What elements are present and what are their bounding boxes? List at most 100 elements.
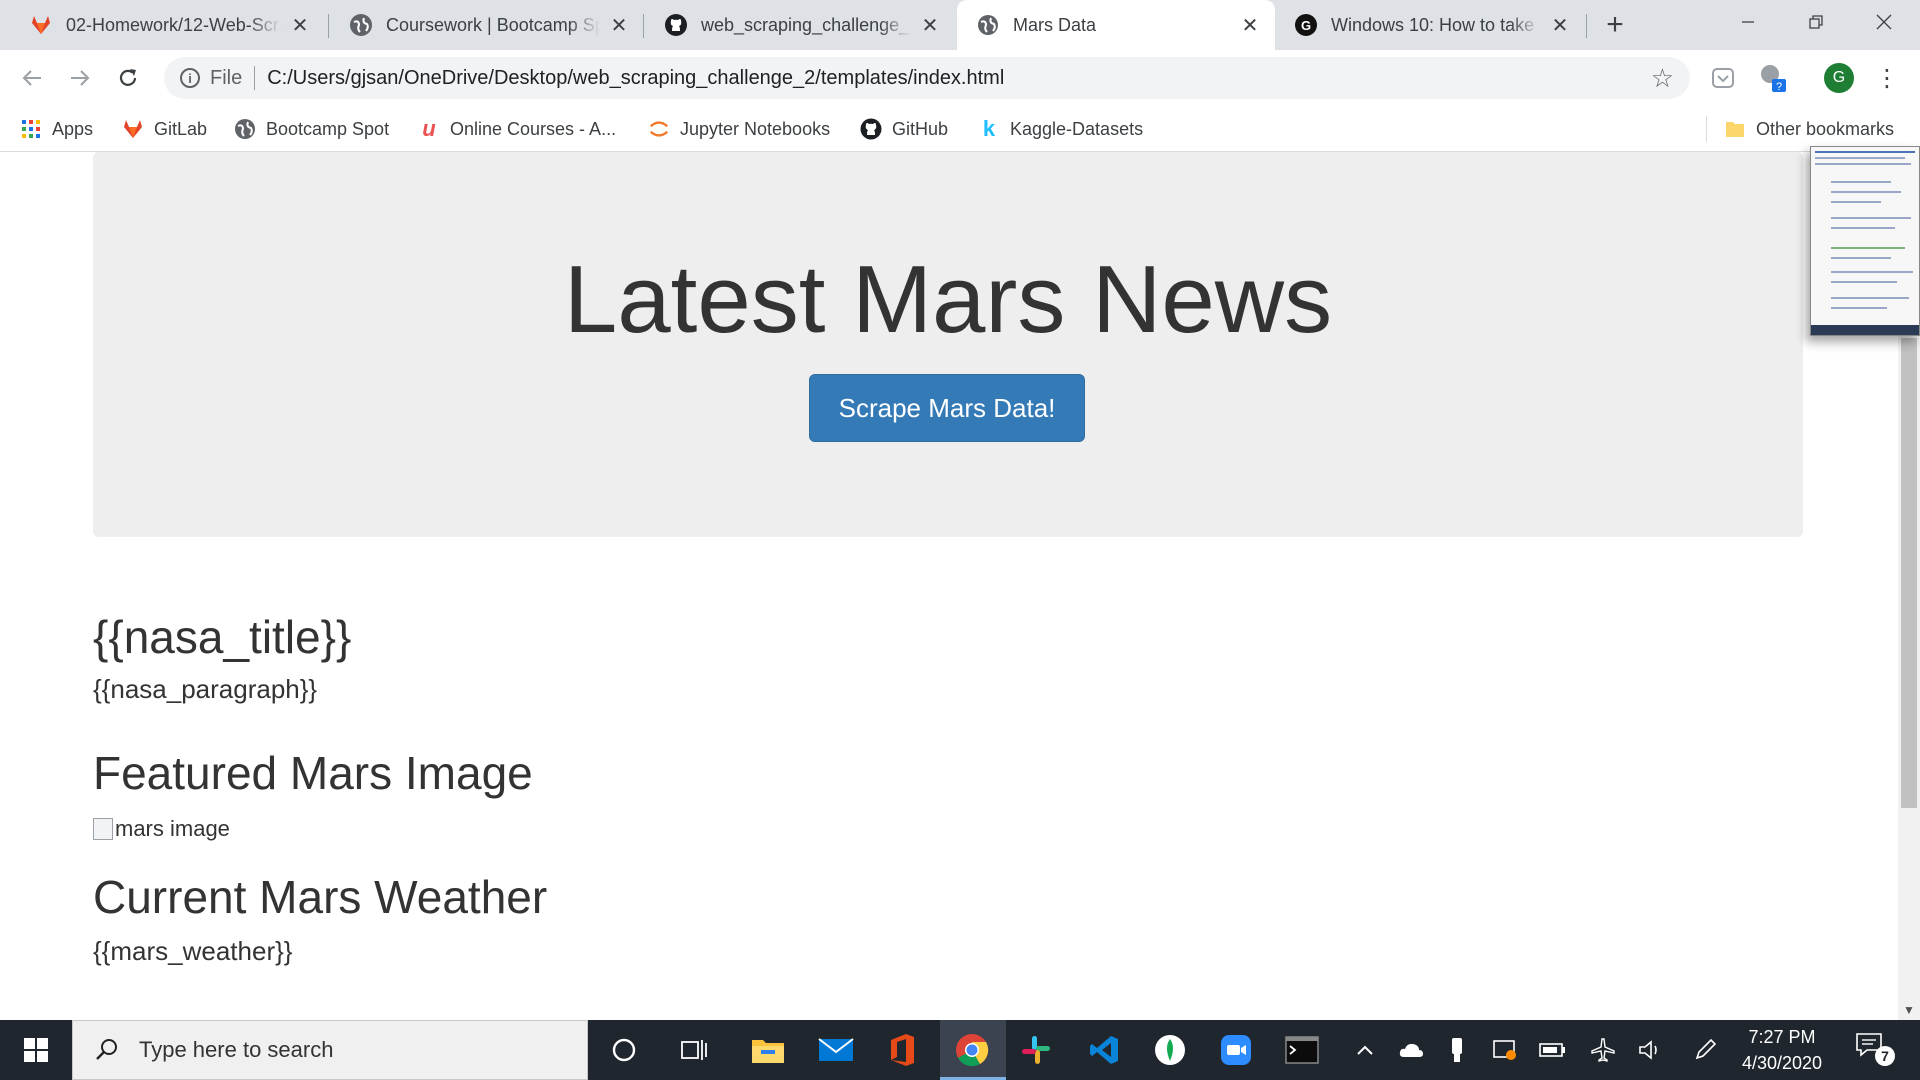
bookmark-label: GitHub — [892, 118, 949, 139]
tab-windows-screenshot[interactable]: G Windows 10: How to take a screenshot ✕ — [1275, 0, 1585, 50]
thumb-line — [1831, 191, 1901, 193]
github-icon — [665, 14, 687, 36]
extension-help-icon[interactable]: ? — [1758, 63, 1788, 93]
close-tab-icon[interactable]: ✕ — [289, 14, 311, 37]
back-button[interactable] — [16, 62, 48, 94]
browser-toolbar: i File C:/Users/gjsan/OneDrive/Desktop/w… — [0, 50, 1920, 106]
bookmark-kaggle[interactable]: k Kaggle-Datasets — [978, 114, 1143, 144]
gitlab-icon — [122, 118, 144, 140]
tab-title: Coursework | Bootcamp Spot — [386, 14, 600, 35]
close-tab-icon[interactable]: ✕ — [1239, 14, 1261, 37]
reload-icon — [119, 69, 137, 86]
usb-device-icon[interactable] — [1442, 1035, 1472, 1065]
bookmark-other-bookmarks[interactable]: Other bookmarks — [1724, 114, 1894, 144]
screenshot-thumbnail[interactable] — [1810, 146, 1920, 336]
bookmark-bootcamp-spot[interactable]: Bootcamp Spot — [234, 114, 389, 144]
tab-bootcamp-spot[interactable]: Coursework | Bootcamp Spot ✕ — [330, 0, 644, 50]
profile-avatar[interactable]: G — [1824, 63, 1854, 93]
info-icon[interactable]: i — [180, 68, 200, 88]
mongodb-compass-icon[interactable] — [1148, 1028, 1192, 1072]
reload-button[interactable] — [112, 62, 144, 94]
bookmarks-bar: Apps GitLab Bootcamp Spot u Online Cours… — [0, 106, 1920, 152]
airplane-mode-icon[interactable] — [1588, 1035, 1618, 1065]
close-tab-icon[interactable]: ✕ — [608, 14, 630, 37]
bookmark-github[interactable]: GitHub — [860, 114, 948, 144]
svg-text:?: ? — [1776, 81, 1782, 93]
tab-title: 02-Homework/12-Web-Scraping — [66, 14, 281, 35]
close-tab-icon[interactable]: ✕ — [1549, 14, 1571, 37]
url-text[interactable]: C:/Users/gjsan/OneDrive/Desktop/web_scra… — [267, 67, 1004, 90]
image-alt-text: mars image — [115, 816, 230, 841]
cortana-icon[interactable] — [602, 1028, 646, 1072]
thumb-line — [1815, 157, 1905, 159]
clock-date: 4/30/2020 — [1741, 1053, 1823, 1073]
weather-heading: Current Mars Weather — [93, 871, 548, 923]
slack-icon[interactable] — [1014, 1028, 1058, 1072]
minimize-icon — [1742, 21, 1754, 23]
tab-title: web_scraping_challenge_2/ — [701, 14, 911, 35]
mail-icon[interactable] — [814, 1028, 858, 1072]
bookmark-jupyter[interactable]: Jupyter Notebooks — [648, 114, 830, 144]
taskbar-search-box[interactable]: Type here to search — [72, 1020, 588, 1080]
battery-icon[interactable] — [1538, 1035, 1568, 1065]
close-icon — [1876, 14, 1892, 30]
thumb-line — [1831, 281, 1897, 283]
close-window-button[interactable] — [1850, 0, 1918, 44]
chrome-icon[interactable] — [950, 1028, 994, 1072]
action-center-button[interactable]: 7 — [1855, 1032, 1895, 1068]
bookmark-label: GitLab — [154, 118, 208, 139]
bookmarks-divider — [1706, 116, 1707, 142]
minimize-button[interactable] — [1714, 0, 1782, 44]
thumb-taskbar — [1811, 325, 1919, 335]
terminal-icon[interactable] — [1280, 1028, 1324, 1072]
scroll-down-icon[interactable]: ▼ — [1898, 1000, 1920, 1020]
apps-grid-icon — [20, 118, 42, 140]
file-explorer-icon[interactable] — [746, 1028, 790, 1072]
menu-kebab-icon[interactable]: ⋮ — [1872, 63, 1902, 93]
globe-icon — [977, 14, 999, 36]
tab-mars-data[interactable]: Mars Data ✕ — [957, 0, 1275, 50]
display-sync-icon[interactable] — [1490, 1035, 1520, 1065]
tab-separator — [643, 14, 644, 38]
mars-weather-text: {{mars_weather}} — [93, 936, 293, 966]
volume-icon[interactable] — [1636, 1035, 1666, 1065]
tab-github-repo[interactable]: web_scraping_challenge_2/ ✕ — [645, 0, 955, 50]
featured-mars-image: mars image — [93, 816, 230, 842]
gitlab-icon — [30, 14, 52, 36]
new-tab-button[interactable]: + — [1598, 8, 1632, 42]
start-button[interactable] — [0, 1020, 72, 1080]
office-icon[interactable] — [880, 1028, 924, 1072]
g-icon: G — [1295, 14, 1317, 36]
thumb-line — [1831, 297, 1909, 299]
nasa-paragraph: {{nasa_paragraph}} — [93, 674, 318, 704]
address-bar[interactable]: i File C:/Users/gjsan/OneDrive/Desktop/w… — [164, 57, 1690, 99]
onedrive-cloud-icon[interactable] — [1396, 1035, 1426, 1065]
forward-button[interactable] — [64, 62, 96, 94]
task-view-icon[interactable] — [672, 1028, 716, 1072]
scrape-button[interactable]: Scrape Mars Data! — [809, 374, 1085, 442]
notification-count-badge: 7 — [1875, 1046, 1895, 1066]
forward-arrow-icon — [71, 70, 90, 86]
clock-time: 7:27 PM — [1748, 1027, 1816, 1047]
bookmark-gitlab[interactable]: GitLab — [122, 114, 207, 144]
tab-gitlab-homework[interactable]: 02-Homework/12-Web-Scraping ✕ — [10, 0, 325, 50]
bookmark-label: Apps — [52, 118, 94, 139]
thumb-line — [1831, 217, 1911, 219]
bookmark-label: Bootcamp Spot — [266, 118, 390, 139]
udemy-icon: u — [422, 116, 436, 141]
system-clock[interactable]: 7:27 PM 4/30/2020 — [1712, 1024, 1852, 1076]
back-arrow-icon — [22, 70, 41, 86]
bookmark-star-icon[interactable]: ☆ — [1651, 63, 1674, 94]
scrollbar-thumb[interactable] — [1901, 338, 1917, 808]
bookmark-udemy[interactable]: u Online Courses - A... — [418, 114, 616, 144]
close-tab-icon[interactable]: ✕ — [919, 14, 941, 37]
bookmark-apps[interactable]: Apps — [20, 114, 93, 144]
restore-button[interactable] — [1782, 0, 1850, 44]
show-hidden-icons-chevron-icon[interactable] — [1350, 1035, 1380, 1065]
thumb-line — [1831, 257, 1891, 259]
zoom-icon[interactable] — [1214, 1028, 1258, 1072]
thumb-line — [1831, 227, 1895, 229]
bookmark-label: Jupyter Notebooks — [680, 118, 831, 139]
vscode-icon[interactable] — [1082, 1028, 1126, 1072]
pocket-extension-icon[interactable] — [1708, 63, 1738, 93]
